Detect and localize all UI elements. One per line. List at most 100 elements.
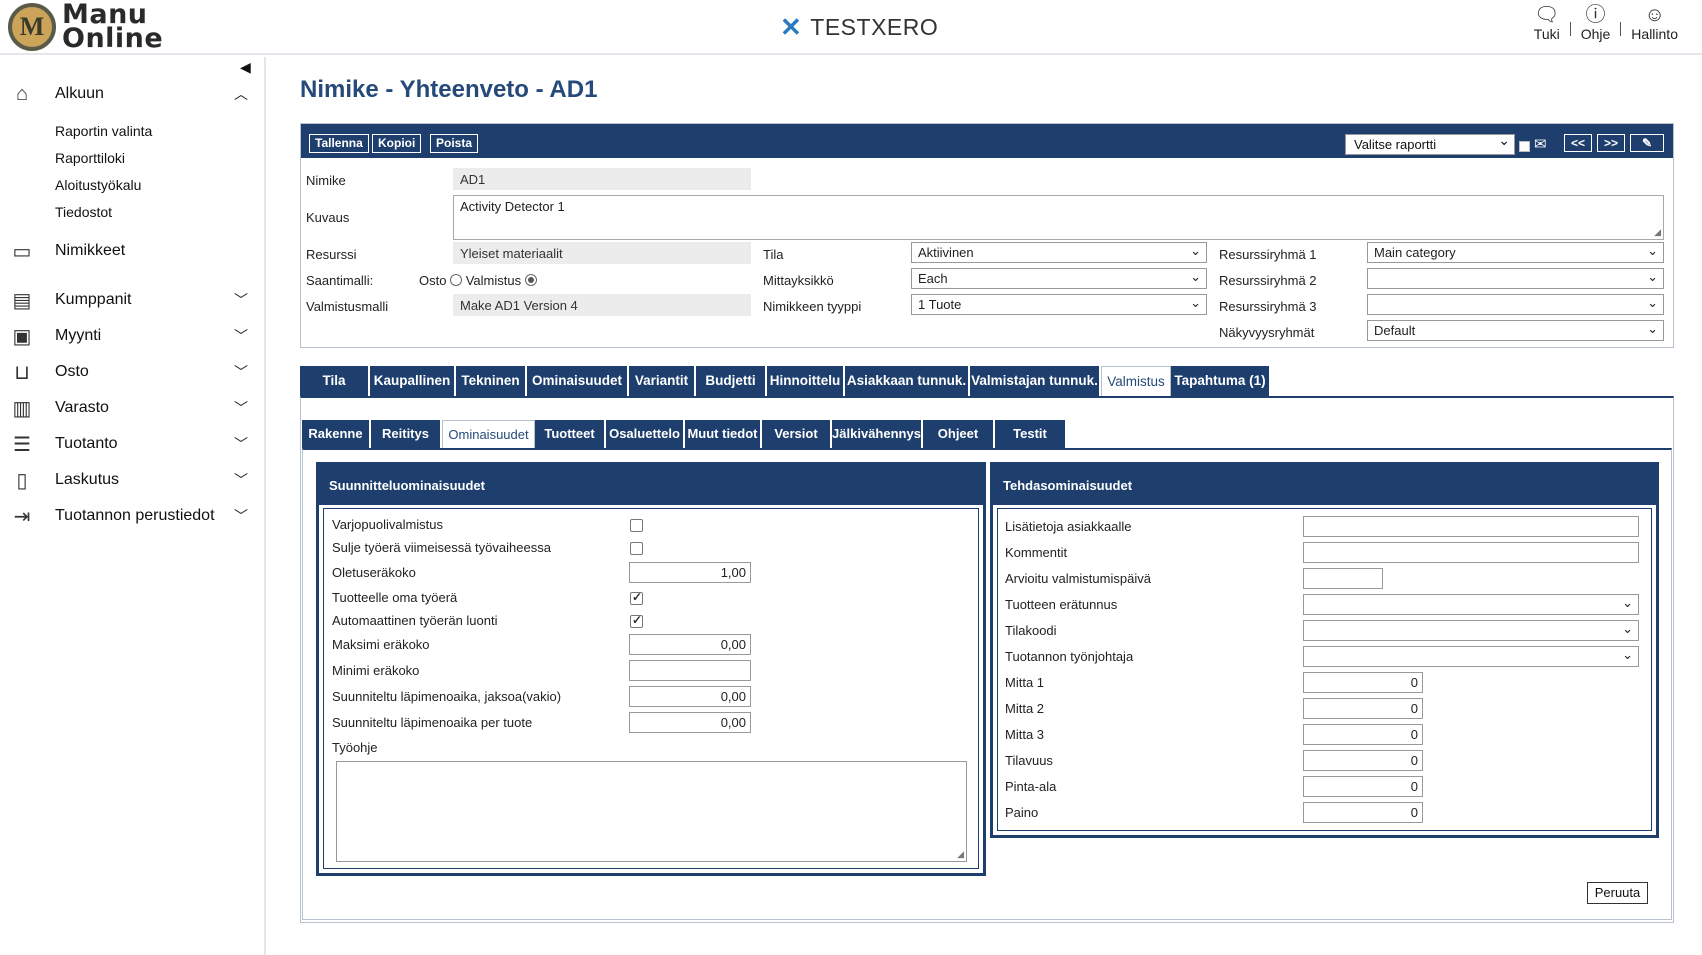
- attach-icon[interactable]: ✎: [1630, 134, 1664, 152]
- sidebar-item-kumppanit[interactable]: ▤ Kumppanit ﹀: [0, 285, 266, 315]
- sidebar-item-osto[interactable]: ⊔ Osto ﹀: [0, 357, 266, 387]
- row-label: Mitta 3: [1005, 727, 1045, 742]
- subtab-testit[interactable]: Testit: [995, 420, 1067, 448]
- subtab-tuotteet[interactable]: Tuotteet: [535, 420, 606, 448]
- tab-asiakkaan-tunnuk[interactable]: Asiakkaan tunnuk.: [845, 366, 970, 396]
- resurssi-field[interactable]: Yleiset materiaalit: [453, 242, 751, 264]
- sidebar-item-label: Varasto: [55, 399, 109, 416]
- auto-tyoera-checkbox[interactable]: [630, 613, 643, 628]
- valmistus-radio[interactable]: [524, 274, 537, 286]
- tab-tekninen[interactable]: Tekninen: [456, 366, 527, 396]
- rr2-select[interactable]: ⌄: [1367, 268, 1664, 289]
- mitta2-input[interactable]: 0: [1303, 698, 1423, 719]
- kuvaus-field[interactable]: Activity Detector 1 ◢: [453, 195, 1664, 240]
- sidebar-sub-raportin-valinta[interactable]: Raportin valinta: [55, 123, 152, 139]
- sulje-tyoera-checkbox[interactable]: [630, 542, 643, 555]
- prev-button[interactable]: <<: [1564, 134, 1592, 152]
- rr3-select[interactable]: ⌄: [1367, 294, 1664, 315]
- tyyppi-value: 1 Tuote: [918, 297, 962, 312]
- oletuserakoko-input[interactable]: 1,00: [629, 562, 751, 583]
- tab-tila[interactable]: Tila: [300, 366, 370, 396]
- sidebar-item-laskutus[interactable]: ▯ Laskutus ﹀: [0, 465, 266, 495]
- tyyppi-select[interactable]: 1 Tuote ⌄: [911, 294, 1207, 315]
- row-label: Lisätietoja asiakkaalle: [1005, 519, 1132, 534]
- kommentit-input[interactable]: [1303, 542, 1639, 563]
- sidebar-item-myynti[interactable]: ▣ Myynti ﹀: [0, 321, 266, 351]
- pinta-ala-input[interactable]: 0: [1303, 776, 1423, 797]
- collapse-sidebar-icon[interactable]: ◀: [240, 59, 251, 76]
- chevron-down-icon: ⌄: [1190, 295, 1201, 310]
- mitta3-input[interactable]: 0: [1303, 724, 1423, 745]
- osto-radio[interactable]: [450, 274, 463, 286]
- sidebar-sub-raporttiloki[interactable]: Raporttiloki: [55, 150, 125, 166]
- subtab-reititys[interactable]: Reititys: [371, 420, 442, 448]
- tab-kaupallinen[interactable]: Kaupallinen: [370, 366, 456, 396]
- tyonjohtaja-select[interactable]: ⌄: [1303, 646, 1639, 667]
- subtab-osaluettelo[interactable]: Osaluettelo: [606, 420, 685, 448]
- row-label: Maksimi eräkoko: [332, 637, 430, 652]
- nimike-field[interactable]: AD1: [453, 168, 751, 190]
- sidebar-item-tuotannon-perustiedot[interactable]: ⇥ Tuotannon perustiedot ﹀: [0, 501, 266, 531]
- lapimenoaika-tuote-input[interactable]: 0,00: [629, 712, 751, 733]
- tila-select[interactable]: Aktiivinen ⌄: [911, 242, 1207, 263]
- report-checkbox[interactable]: [1519, 141, 1530, 152]
- sidebar-item-tuotanto[interactable]: ☰ Tuotanto ﹀: [0, 429, 266, 459]
- tab-variantit[interactable]: Variantit: [629, 366, 696, 396]
- oma-tyoera-checkbox[interactable]: [630, 590, 643, 605]
- chevron-down-icon: ﹀: [234, 472, 248, 488]
- maksimi-erakoko-input[interactable]: 0,00: [629, 634, 751, 655]
- varjopuolivalmistus-checkbox[interactable]: [630, 519, 643, 532]
- subtab-muut-tiedot[interactable]: Muut tiedot: [685, 420, 762, 448]
- tilakoodi-select[interactable]: ⌄: [1303, 620, 1639, 641]
- resize-grip-icon[interactable]: ◢: [957, 849, 964, 860]
- cancel-button[interactable]: Peruuta: [1587, 882, 1648, 904]
- lisatietoja-input[interactable]: [1303, 516, 1639, 537]
- tab-valmistajan-tunnuk[interactable]: Valmistajan tunnuk.: [970, 366, 1101, 396]
- minimi-erakoko-input[interactable]: [629, 660, 751, 681]
- save-button[interactable]: Tallenna: [309, 134, 369, 153]
- nav-hallinto[interactable]: ☺ Hallinto: [1621, 4, 1688, 42]
- sidebar-item-nimikkeet[interactable]: ▭ Nimikkeet: [0, 236, 266, 266]
- tab-hinnoittelu[interactable]: Hinnoittelu: [767, 366, 845, 396]
- nav-ohje[interactable]: ⓘ Ohje: [1571, 4, 1621, 42]
- nav-tuki[interactable]: 🗨 Tuki: [1524, 4, 1570, 42]
- tab-tapahtuma[interactable]: Tapahtuma (1): [1171, 366, 1271, 396]
- tyoohje-textarea[interactable]: ◢: [336, 761, 967, 862]
- manu-online-logo[interactable]: M Manu Online: [8, 1, 163, 52]
- mail-icon[interactable]: ✉: [1534, 137, 1547, 152]
- nakyvyys-select[interactable]: Default ⌄: [1367, 320, 1664, 341]
- mittayksikko-select[interactable]: Each ⌄: [911, 268, 1207, 289]
- chevron-down-icon: ﹀: [234, 292, 248, 308]
- tab-ominaisuudet[interactable]: Ominaisuudet: [527, 366, 629, 396]
- eratunnus-select[interactable]: ⌄: [1303, 594, 1639, 615]
- sidebar-sub-aloitustyokalu[interactable]: Aloitustyökalu: [55, 177, 141, 193]
- tab-budjetti[interactable]: Budjetti: [696, 366, 767, 396]
- next-button[interactable]: >>: [1597, 134, 1625, 152]
- valmistumispaiva-input[interactable]: [1303, 568, 1383, 589]
- copy-button[interactable]: Kopioi: [372, 134, 422, 153]
- subtab-ohjeet[interactable]: Ohjeet: [923, 420, 995, 448]
- subtab-jalkivahennys[interactable]: Jälkivähennys: [832, 420, 923, 448]
- subtab-versiot[interactable]: Versiot: [762, 420, 832, 448]
- report-select[interactable]: Valitse raportti: [1345, 132, 1515, 155]
- valmistusmalli-label: Valmistusmalli: [306, 299, 389, 314]
- row-label: Automaattinen työerän luonti: [332, 613, 498, 628]
- sidebar-sub-tiedostot[interactable]: Tiedostot: [55, 204, 112, 220]
- rr1-select[interactable]: Main category ⌄: [1367, 242, 1664, 263]
- row-label: Tilakoodi: [1005, 623, 1057, 638]
- mitta1-input[interactable]: 0: [1303, 672, 1423, 693]
- resize-grip-icon[interactable]: ◢: [1654, 227, 1661, 238]
- sidebar-item-alkuun[interactable]: ⌂ Alkuun ︿: [0, 79, 266, 109]
- subtab-rakenne[interactable]: Rakenne: [302, 420, 371, 448]
- sidebar-item-varasto[interactable]: ▥ Varasto ﹀: [0, 393, 266, 423]
- row-label: Tilavuus: [1005, 753, 1053, 768]
- sidebar-item-label: Alkuun: [55, 85, 104, 102]
- paino-input[interactable]: 0: [1303, 802, 1423, 823]
- valmistusmalli-field[interactable]: Make AD1 Version 4: [453, 294, 751, 316]
- page-title: Nimike - Yhteenveto - AD1: [300, 76, 598, 103]
- tilavuus-input[interactable]: 0: [1303, 750, 1423, 771]
- lapimenoaika-jakso-input[interactable]: 0,00: [629, 686, 751, 707]
- tab-valmistus[interactable]: Valmistus: [1101, 366, 1171, 396]
- subtab-ominaisuudet[interactable]: Ominaisuudet: [442, 420, 535, 448]
- delete-button[interactable]: Poista: [430, 134, 479, 153]
